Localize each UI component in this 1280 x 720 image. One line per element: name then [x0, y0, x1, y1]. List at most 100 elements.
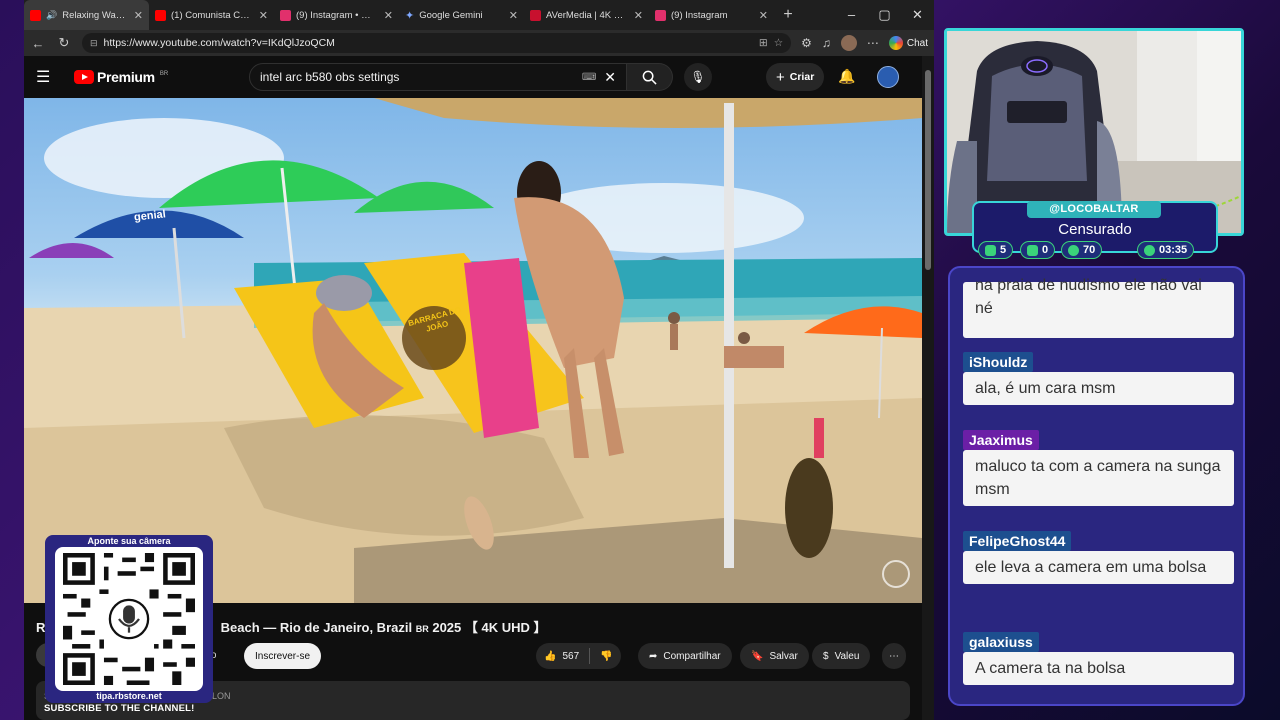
- tab-avermedia[interactable]: AVerMedia | 4K HDMI ✕: [524, 0, 649, 30]
- create-label: Criar: [789, 71, 815, 83]
- close-tab-icon[interactable]: ✕: [134, 9, 143, 22]
- create-button[interactable]: + Criar: [766, 63, 825, 91]
- maximize-icon[interactable]: ▢: [868, 7, 901, 23]
- qr-caption-top: Aponte sua câmera: [87, 536, 171, 546]
- share-button[interactable]: ➦ Compartilhar: [638, 643, 732, 669]
- close-tab-icon[interactable]: ✕: [384, 9, 393, 22]
- qr-pattern: [63, 553, 195, 685]
- stat-clock: 03:35: [1137, 241, 1195, 259]
- video-player[interactable]: genial BARRACA DO JOÃO: [24, 98, 922, 603]
- tab-comunista[interactable]: (1) Comunista CHORA ✕: [149, 0, 274, 30]
- app-icon[interactable]: ⊞: [759, 37, 768, 49]
- page-scrollbar[interactable]: [922, 56, 934, 720]
- menu-icon[interactable]: ☰: [36, 67, 62, 87]
- close-window-icon[interactable]: ✕: [901, 7, 934, 23]
- tab-title: (1) Comunista CHORA: [171, 9, 252, 21]
- instagram-icon: [280, 9, 291, 21]
- instagram-icon: [655, 9, 666, 21]
- subscribe-banner: SUBSCRIBE TO THE CHANNEL!: [44, 703, 195, 714]
- super-thanks-icon: $: [823, 650, 829, 662]
- youtube-logo[interactable]: Premium BR: [74, 69, 168, 85]
- profile-avatar[interactable]: [840, 35, 857, 51]
- youtube-header: ☰ Premium BR intel arc b580 obs settings…: [24, 56, 934, 98]
- logo-country: BR: [159, 71, 169, 77]
- chat-panel: na praia de nudismo ele não vai né iShou…: [948, 266, 1245, 706]
- qr-card: Aponte sua câmera tipa.rbstore.net: [45, 535, 213, 703]
- video-title-prefix: R: [36, 620, 46, 635]
- chat-username: FelipeGhost44: [963, 531, 1072, 551]
- streamer-handle: @LOCOBALTAR: [1027, 201, 1161, 218]
- extension-icon[interactable]: ⚙: [801, 36, 812, 50]
- media-icon[interactable]: ♫: [822, 36, 831, 50]
- qr-caption-bottom: tipa.rbstore.net: [96, 691, 162, 701]
- video-title-text: Beach — Rio de Janeiro, Brazil: [220, 620, 413, 635]
- tab-title: (9) Instagram: [671, 9, 728, 21]
- youtube-icon: [30, 9, 41, 21]
- microphone-icon: 🎙: [690, 70, 706, 84]
- tab-relaxing-walking[interactable]: 🔊 Relaxing Walking ✕: [24, 0, 149, 30]
- more-menu-icon[interactable]: ⋯: [867, 36, 879, 50]
- clear-search-icon[interactable]: ✕: [604, 69, 616, 86]
- chat-username: iShouldz: [963, 352, 1034, 372]
- minimize-icon[interactable]: –: [835, 7, 868, 23]
- bookmark-star-icon[interactable]: ☆: [774, 37, 783, 49]
- notifications-bell-icon[interactable]: 🔔: [838, 68, 855, 85]
- beach-scene: [24, 98, 922, 603]
- address-bar: ← ↻ ⊟ https://www.youtube.com/watch?v=IK…: [24, 30, 934, 56]
- thumbs-up-icon: 👍: [544, 650, 557, 662]
- chat-label: Chat: [906, 37, 928, 49]
- avermedia-icon: [530, 9, 541, 21]
- site-info-icon[interactable]: ⊟: [90, 38, 98, 49]
- description-text: LON: [212, 691, 231, 701]
- back-icon[interactable]: ←: [30, 36, 46, 51]
- save-label: Salvar: [769, 650, 798, 662]
- like-count: 567: [562, 650, 580, 662]
- keyboard-icon[interactable]: ⌨: [582, 72, 596, 83]
- subscribe-label: Inscrever-se: [255, 650, 311, 662]
- tab-instagram-messages[interactable]: (9) Instagram • Mensa ✕: [274, 0, 399, 30]
- search-input[interactable]: intel arc b580 obs settings ⌨ ✕: [249, 63, 627, 91]
- thanks-button[interactable]: $ Valeu: [812, 643, 871, 669]
- streamer-status: Censurado: [1058, 221, 1132, 238]
- close-tab-icon[interactable]: ✕: [509, 9, 518, 22]
- like-button[interactable]: 👍 567 👎: [536, 643, 621, 669]
- subscribe-button[interactable]: Inscrever-se: [244, 643, 322, 669]
- account-avatar[interactable]: [877, 66, 899, 88]
- chat-message-body: A camera ta na bolsa: [963, 652, 1234, 685]
- bookmark-icon: 🔖: [751, 650, 764, 662]
- thumbs-down-icon[interactable]: 👎: [600, 651, 612, 662]
- tab-gemini[interactable]: ✦ Google Gemini ✕: [399, 0, 524, 30]
- chat-message-body: ala, é um cara msm: [963, 372, 1234, 405]
- search-value: intel arc b580 obs settings: [260, 70, 400, 84]
- refresh-icon: [1068, 244, 1079, 256]
- copilot-icon: [888, 36, 903, 50]
- reload-icon[interactable]: ↻: [56, 35, 72, 51]
- more-icon: ⋯: [889, 650, 899, 662]
- close-tab-icon[interactable]: ✕: [759, 9, 768, 22]
- chat-username: galaxiuss: [963, 632, 1039, 652]
- tab-instagram[interactable]: (9) Instagram ✕: [649, 0, 774, 30]
- youtube-play-icon: [74, 70, 94, 84]
- gemini-icon: ✦: [405, 9, 415, 22]
- new-tab-button[interactable]: +: [774, 6, 802, 24]
- save-button[interactable]: 🔖 Salvar: [740, 643, 809, 669]
- close-tab-icon[interactable]: ✕: [259, 9, 268, 22]
- scrollbar-thumb[interactable]: [925, 70, 931, 270]
- close-tab-icon[interactable]: ✕: [634, 9, 643, 22]
- share-label: Compartilhar: [663, 650, 721, 662]
- tab-title: AVerMedia | 4K HDMI: [546, 9, 627, 21]
- clock-icon: [1144, 244, 1155, 256]
- voice-search-button[interactable]: 🎙: [684, 63, 712, 91]
- qr-code: [55, 547, 203, 691]
- window-controls: – ▢ ✕: [835, 7, 934, 23]
- copilot-chat-button[interactable]: Chat: [888, 36, 928, 50]
- tab-bar: 🔊 Relaxing Walking ✕ (1) Comunista CHORA…: [24, 0, 934, 30]
- speaker-icon[interactable]: 🔊: [46, 10, 57, 21]
- stat-value: 5: [1000, 244, 1007, 256]
- tab-title: Relaxing Walking: [62, 9, 127, 21]
- url-field[interactable]: ⊟ https://www.youtube.com/watch?v=IKdQlJ…: [82, 33, 792, 53]
- search-button[interactable]: [627, 63, 673, 91]
- thanks-label: Valeu: [834, 650, 860, 662]
- stat-value: 0: [1042, 244, 1049, 256]
- more-actions-button[interactable]: ⋯: [882, 643, 906, 669]
